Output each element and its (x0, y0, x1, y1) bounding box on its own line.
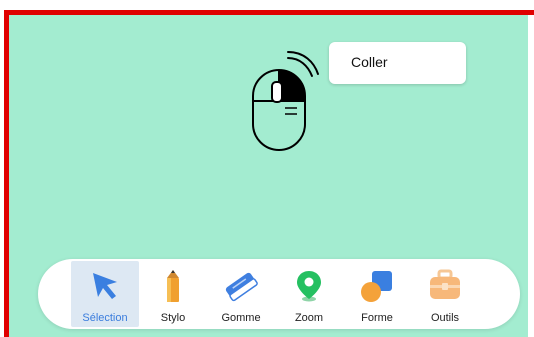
canvas-edge (528, 15, 534, 337)
app-window: Coller Sélection Stylo Gomme Zoom Forme … (0, 0, 534, 337)
whiteboard-canvas[interactable]: Coller Sélection Stylo Gomme Zoom Forme … (4, 10, 534, 337)
tool-label: Gomme (221, 312, 261, 324)
tool-label: Forme (361, 312, 393, 324)
map-pin-icon (297, 271, 321, 302)
tool-pen[interactable]: Stylo (139, 261, 207, 327)
tool-label: Stylo (160, 312, 186, 324)
pen-icon (167, 270, 179, 302)
bottom-toolbar: Sélection Stylo Gomme Zoom Forme Outils (38, 259, 520, 329)
tool-label: Zoom (294, 312, 324, 324)
tool-eraser[interactable]: Gomme (207, 261, 275, 327)
tool-shape[interactable]: Forme (343, 261, 411, 327)
context-menu: Coller (329, 42, 466, 84)
tool-label: Outils (430, 312, 460, 324)
mouse-right-click-icon (252, 51, 319, 151)
eraser-icon (225, 272, 258, 302)
tool-selection[interactable]: Sélection (71, 261, 139, 327)
context-menu-item-paste[interactable]: Coller (351, 54, 388, 70)
toolbox-icon (430, 269, 460, 299)
tool-zoom[interactable]: Zoom (275, 261, 343, 327)
shapes-icon (361, 271, 392, 302)
arrow-cursor-icon (93, 273, 117, 299)
tool-tools[interactable]: Outils (411, 261, 479, 327)
tool-label: Sélection (82, 312, 128, 324)
